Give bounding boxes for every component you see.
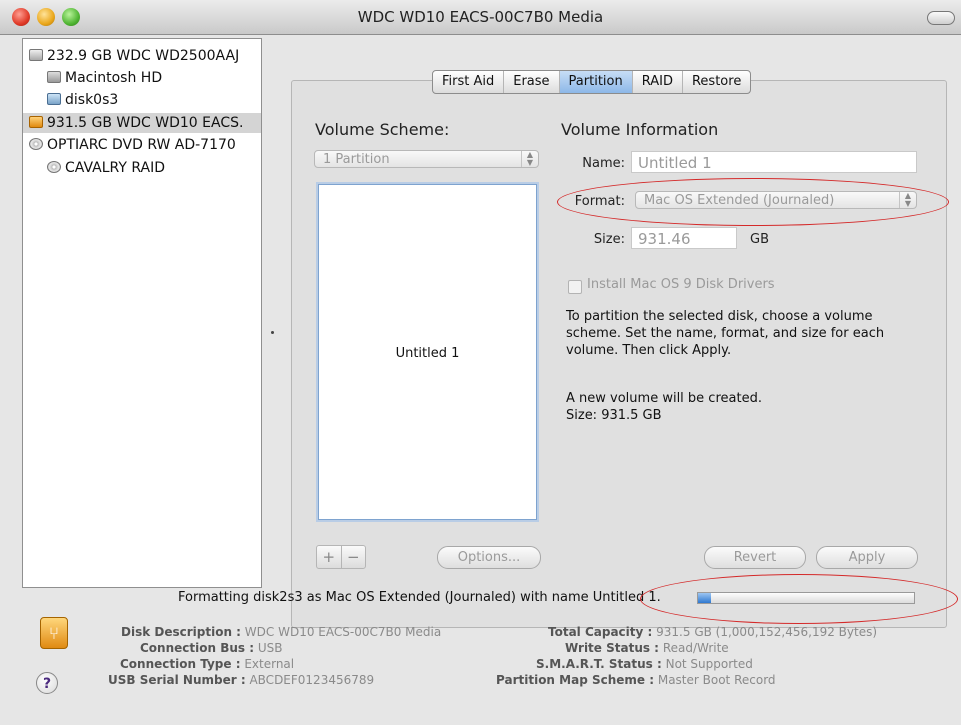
annotation-ellipse-progress [640,574,958,624]
info-key: Disk Description : [121,625,241,639]
sidebar-item-label: CAVALRY RAID [65,160,165,176]
info-key: Partition Map Scheme : [496,673,655,687]
sidebar-item-wd10-external[interactable]: 931.5 GB WDC WD10 EACS. [23,113,261,133]
disc-icon [47,161,61,173]
add-partition-button[interactable]: + [317,546,342,568]
annotation-ellipse-format [557,178,949,226]
info-value: External [244,657,295,671]
sidebar-item-label: 232.9 GB WDC WD2500AAJ [47,48,240,64]
disk-image-icon [47,93,61,105]
info-key: Connection Bus : [140,641,255,655]
info-value: Master Boot Record [657,673,776,687]
result-line-2: Size: 931.5 GB [566,408,662,423]
sidebar-item-label: OPTIARC DVD RW AD-7170 [47,137,236,153]
tab-first-aid[interactable]: First Aid [433,71,505,93]
info-row-usb-serial: USB Serial Number : ABCDEF0123456789 [108,672,374,688]
help-button[interactable]: ? [36,672,58,694]
sidebar-item-disk0s3[interactable]: disk0s3 [47,90,118,110]
sidebar-item-label: disk0s3 [65,92,119,108]
status-message: Formatting disk2s3 as Mac OS Extended (J… [178,590,661,605]
info-value: Read/Write [662,641,729,655]
apply-button[interactable]: Apply [816,546,918,569]
info-value: 931.5 GB (1,000,152,456,192 Bytes) [656,625,878,639]
usb-disk-icon: ⑂ [40,617,68,649]
info-key: S.M.A.R.T. Status : [536,657,662,671]
info-row-partition-map: Partition Map Scheme : Master Boot Recor… [496,672,776,688]
external-disk-icon [29,116,43,128]
info-key: Connection Type : [120,657,241,671]
options-button[interactable]: Options... [437,546,541,569]
info-key: Write Status : [565,641,659,655]
remove-partition-button[interactable]: − [342,546,366,568]
result-line-1: A new volume will be created. [566,391,762,406]
toolbar-toggle-button[interactable] [927,11,955,25]
volume-size-field[interactable]: 931.46 [631,227,737,249]
info-key: Total Capacity : [548,625,653,639]
size-unit-label: GB [750,232,769,247]
volume-layout-label: Untitled 1 [395,346,460,361]
tab-restore[interactable]: Restore [683,71,750,93]
tab-partition[interactable]: Partition [559,71,633,93]
info-key: USB Serial Number : [108,673,246,687]
sidebar-item-macintosh-hd[interactable]: Macintosh HD [47,68,162,88]
install-os9-drivers-checkbox[interactable] [568,280,582,294]
tab-bar: First Aid Erase Partition RAID Restore [432,70,752,94]
size-label: Size: [593,232,625,247]
info-value: Not Supported [665,657,753,671]
tab-erase[interactable]: Erase [504,71,560,93]
info-row-disk-description: Disk Description : WDC WD10 EACS-00C7B0 … [121,624,441,640]
hard-disk-icon [29,49,43,61]
info-row-write-status: Write Status : Read/Write [565,640,729,656]
sidebar-item-label: 931.5 GB WDC WD10 EACS. [47,115,244,131]
sidebar-item-dvd-drive[interactable]: OPTIARC DVD RW AD-7170 [29,135,236,155]
title-bar: WDC WD10 EACS-00C7B0 Media [0,0,961,35]
info-value: ABCDEF0123456789 [249,673,375,687]
info-row-connection-type: Connection Type : External [120,656,294,672]
sidebar-item-cavalry-raid[interactable]: CAVALRY RAID [47,158,165,178]
info-value: WDC WD10 EACS-00C7B0 Media [244,625,442,639]
install-os9-drivers-label: Install Mac OS 9 Disk Drivers [587,277,775,292]
volume-icon [47,71,61,83]
info-row-total-capacity: Total Capacity : 931.5 GB (1,000,152,456… [548,624,877,640]
tab-raid[interactable]: RAID [633,71,683,93]
volume-information-heading: Volume Information [561,120,719,139]
sidebar-item-label: Macintosh HD [65,70,163,86]
add-remove-partition-buttons: + − [316,545,366,569]
updown-arrows-icon: ▲ ▼ [521,151,538,167]
volume-name-field[interactable]: Untitled 1 [631,151,917,173]
partition-instructions: To partition the selected disk, choose a… [566,309,885,358]
volume-scheme-popup[interactable]: 1 Partition ▲ ▼ [314,150,539,168]
optical-drive-icon [29,138,43,150]
name-label: Name: [582,156,625,171]
disk-list-sidebar[interactable]: 232.9 GB WDC WD2500AAJ Macintosh HD disk… [22,38,262,588]
volume-layout-box[interactable]: Untitled 1 [316,182,539,522]
info-row-smart-status: S.M.A.R.T. Status : Not Supported [536,656,753,672]
sidebar-item-disk0[interactable]: 232.9 GB WDC WD2500AAJ [29,46,239,66]
volume-scheme-value: 1 Partition [323,152,390,167]
window-title: WDC WD10 EACS-00C7B0 Media [357,8,604,26]
info-row-connection-bus: Connection Bus : USB [140,640,282,656]
info-value: USB [257,641,283,655]
volume-scheme-heading: Volume Scheme: [315,120,450,139]
split-view-handle[interactable] [271,331,274,334]
revert-button[interactable]: Revert [704,546,806,569]
